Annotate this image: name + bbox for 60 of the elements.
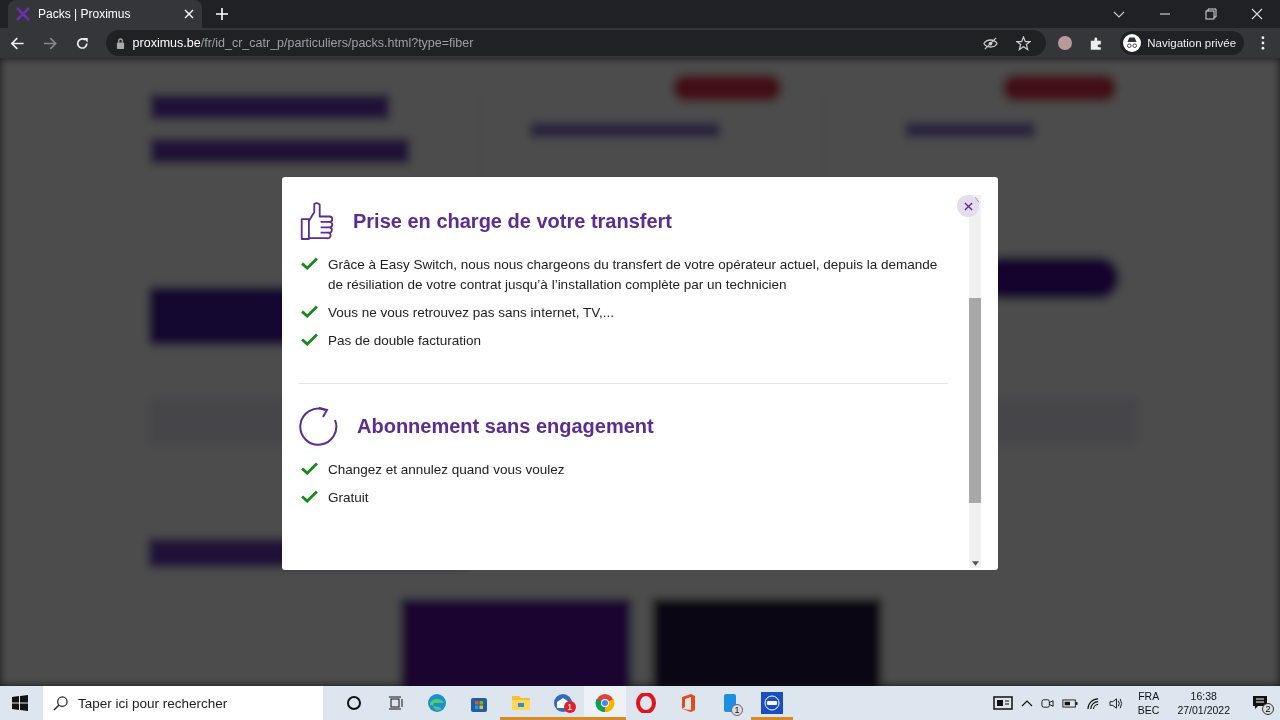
feature-text: Pas de double facturation (328, 332, 482, 350)
section-title: Prise en charge de votre transfert (353, 209, 672, 233)
lock-icon (115, 37, 125, 49)
feature-text: Vous ne vous retrouvez pas sans internet, TV,... (328, 304, 614, 322)
taskbar-search-field[interactable]: Taper ici pour rechercher (43, 686, 323, 720)
feature-text: Gratuit (328, 489, 369, 507)
tab-title: Packs | Proximus (38, 7, 132, 21)
notification-count: 2 (1262, 703, 1274, 715)
chrome-icon (594, 693, 615, 713)
caret-up-icon[interactable] (1020, 699, 1033, 707)
eye-slash-icon[interactable] (983, 35, 999, 51)
notification-icon (1252, 695, 1268, 711)
thumbs-up-icon (299, 201, 335, 241)
checkmark-icon (301, 257, 318, 270)
checkmark-icon (301, 490, 318, 503)
checkmark-icon (301, 305, 318, 318)
close-button[interactable] (957, 195, 979, 217)
feature-text: Grâce à Easy Switch, nous nous chargeons du transfert de votre opérateur actuel, depuis la demande de résiliation de votre contrat jusqu’à l’installation complète par un technicien (328, 256, 939, 294)
star-icon[interactable] (1016, 35, 1032, 51)
close-icon (963, 201, 973, 211)
remote-app-icon (760, 692, 783, 714)
news-icon[interactable] (992, 696, 1013, 710)
scrollbar[interactable] (969, 195, 981, 568)
cortana-icon (345, 695, 362, 711)
camera-icon[interactable] (1040, 696, 1054, 710)
search-icon (53, 695, 68, 711)
address-bar[interactable]: proximus.be/fr/id_cr_catr_p/particuliers/packs.html?type=fiber (105, 30, 1047, 56)
task-view-icon (387, 695, 404, 711)
reload-icon[interactable] (75, 35, 90, 51)
edge-icon (427, 693, 448, 713)
browser-tab[interactable]: Packs | Proximus (8, 0, 202, 28)
wifi-icon[interactable] (1085, 696, 1101, 710)
notification-button[interactable]: 2 (1248, 691, 1272, 715)
clock[interactable]: 16:38 27/01/2022 (1177, 689, 1230, 717)
language-indicator[interactable]: FRA BEC (1137, 689, 1160, 717)
puzzle-icon[interactable] (1088, 35, 1104, 51)
incognito-button[interactable]: Navigation privée (1120, 31, 1245, 55)
back-icon[interactable] (10, 35, 25, 51)
forward-icon[interactable] (42, 35, 58, 51)
logo-icon (16, 7, 30, 21)
feature-text: Changez et annulez quand vous voulez (328, 461, 565, 479)
checkmark-icon (301, 462, 318, 475)
volume-icon[interactable] (1108, 696, 1124, 710)
folder-icon (511, 694, 532, 712)
phone-icon (723, 693, 738, 713)
menu-icon[interactable] (1261, 36, 1265, 50)
url-text: proximus.be/fr/id_cr_catr_p/particuliers/packs.html?type=fiber (132, 36, 474, 50)
taskbar-app-button[interactable]: 1 (709, 686, 751, 720)
section-title: Abonnement sans engagement (357, 414, 654, 438)
windows-start-icon[interactable] (12, 695, 28, 711)
new-tab-icon[interactable] (216, 8, 228, 20)
battery-icon[interactable] (1061, 698, 1078, 708)
checkmark-icon (301, 333, 318, 346)
restore-icon[interactable] (1205, 8, 1217, 20)
extension-icon[interactable] (1058, 36, 1072, 50)
opera-icon (636, 693, 657, 713)
refresh-icon (299, 406, 339, 446)
scroll-down-icon[interactable] (971, 561, 979, 566)
close-icon[interactable] (1251, 8, 1263, 20)
incognito-icon (1123, 34, 1142, 52)
